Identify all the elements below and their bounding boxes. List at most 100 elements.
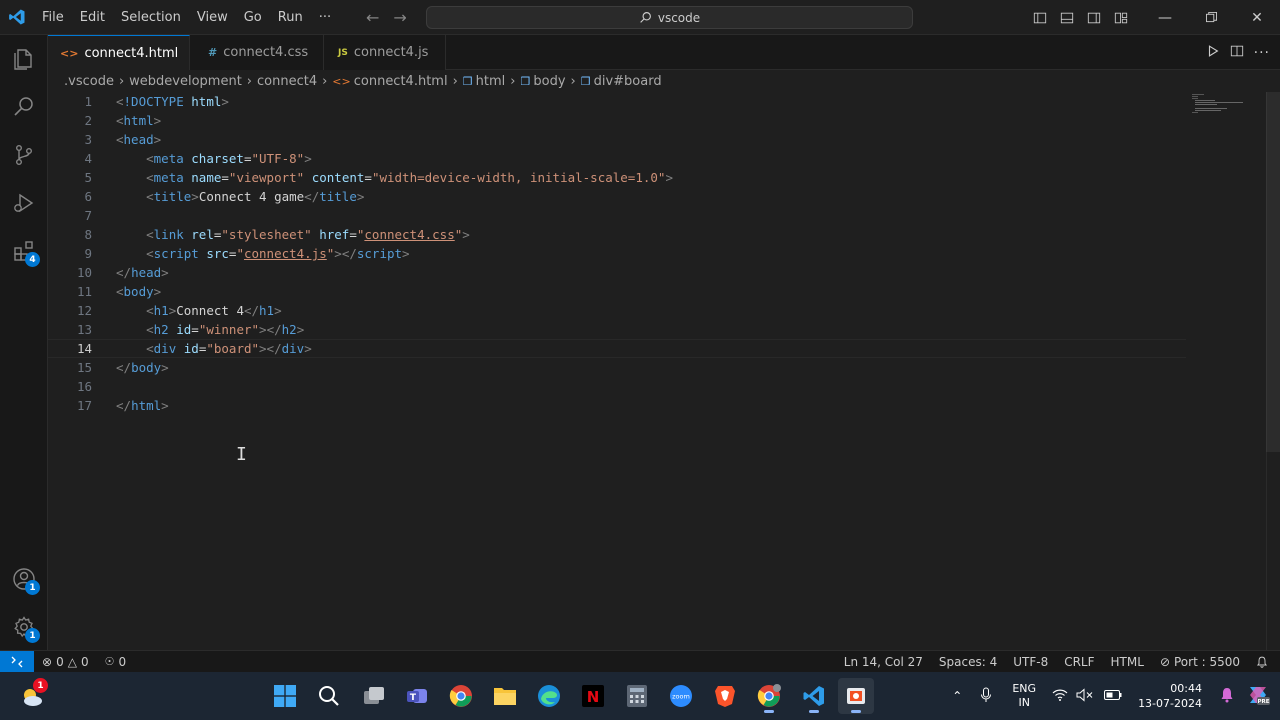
scrollbar-thumb[interactable] [1266,92,1280,452]
search-view-icon[interactable] [0,83,48,131]
minimize-icon[interactable]: — [1142,0,1188,35]
indentation[interactable]: Spaces: 4 [931,655,1005,669]
code-text: <h2 id="winner"></h2> [146,322,305,337]
zoom-icon[interactable]: zoom [663,678,699,714]
teams-icon[interactable]: T [399,678,435,714]
restore-icon[interactable] [1188,0,1234,35]
chevron-right-icon: › [570,73,576,89]
command-center-search[interactable]: vscode [426,6,913,29]
microphone-icon[interactable] [980,687,992,706]
netflix-icon[interactable]: N [575,678,611,714]
code-text: <h1>Connect 4</h1> [146,303,282,318]
copilot-icon[interactable]: PRE [1246,684,1270,709]
accounts-badge: 1 [25,580,40,595]
js-file-link[interactable]: connect4.js [244,246,327,261]
input-language[interactable]: ENG IN [1012,682,1036,710]
chrome-icon[interactable] [443,678,479,714]
task-view-icon[interactable] [356,678,392,714]
toggle-primary-sidebar-icon[interactable] [1026,0,1053,35]
back-arrow-icon[interactable]: ← [366,8,379,27]
menu-selection[interactable]: Selection [113,0,189,35]
antenna-icon: ☉ [104,655,115,668]
breadcrumb-item[interactable]: div#board [594,74,662,89]
vertical-scrollbar[interactable] [1266,92,1280,650]
clock[interactable]: 00:44 13-07-2024 [1138,681,1202,711]
breadcrumb-item[interactable]: body [533,74,565,89]
breadcrumb-item[interactable]: connect4.html [354,74,448,89]
toggle-secondary-sidebar-icon[interactable] [1080,0,1107,35]
edge-icon[interactable] [531,678,567,714]
code-text: <html> [116,113,162,128]
editor-actions: ··· [1206,35,1280,70]
css-file-link[interactable]: connect4.css [364,227,454,242]
source-control-icon[interactable] [0,131,48,179]
weather-widget-icon[interactable]: 1 [14,678,50,714]
ports-status[interactable]: ☉ 0 [97,655,135,669]
svg-text:T: T [410,693,417,703]
breadcrumb-item[interactable]: html [476,74,506,89]
battery-icon[interactable] [1104,689,1122,704]
element-cube-icon: ❒ [462,74,473,88]
toggle-panel-icon[interactable] [1053,0,1080,35]
code-line: 1 <!DOCTYPE html> [48,92,1186,111]
notifications-bell-icon[interactable] [1248,656,1280,668]
code-line: 4 <meta charset="UTF-8"> [48,149,1186,168]
tab-connect4-js[interactable]: JS connect4.js [324,35,446,70]
file-explorer-icon[interactable] [487,678,523,714]
show-hidden-icons-chevron-up-icon[interactable]: ⌃ [952,689,962,703]
remote-indicator-icon[interactable] [0,650,34,673]
windows-start-icon[interactable] [267,678,303,714]
taskbar-search-icon[interactable] [311,678,347,714]
menu-go[interactable]: Go [236,0,270,35]
speaker-muted-icon[interactable] [1076,687,1094,705]
accounts-icon[interactable]: 1 [0,555,48,603]
menu-edit[interactable]: Edit [72,0,113,35]
extensions-icon[interactable]: 4 [0,227,48,275]
vscode-taskbar-icon[interactable] [796,678,832,714]
minimap[interactable] [1190,92,1268,122]
chevron-right-icon: › [246,73,252,89]
snipping-tool-icon[interactable] [838,678,874,714]
tab-connect4-css[interactable]: # connect4.css [190,35,324,70]
tab-connect4-html[interactable]: <> connect4.html ✕ [48,35,206,70]
breadcrumb-item[interactable]: .vscode [64,74,114,89]
problems-status[interactable]: ⊗ 0 △ 0 [34,655,97,669]
notification-bell-icon[interactable] [1220,687,1234,706]
line-number: 7 [84,208,92,223]
cursor-position[interactable]: Ln 14, Col 27 [836,655,931,669]
menu-run[interactable]: Run [270,0,311,35]
close-window-icon[interactable]: ✕ [1234,0,1280,35]
explorer-icon[interactable] [0,35,48,83]
code-line: 12 <h1>Connect 4</h1> [48,301,1186,320]
manage-gear-icon[interactable]: 1 [0,603,48,651]
breadcrumb-item[interactable]: connect4 [257,74,317,89]
line-number: 10 [76,265,92,280]
line-ending[interactable]: CRLF [1056,655,1102,669]
menu-file[interactable]: File [34,0,72,35]
calculator-icon[interactable] [619,678,655,714]
menu-more[interactable]: ··· [311,0,339,35]
language-mode[interactable]: HTML [1103,655,1152,669]
vscode-logo-icon[interactable] [0,0,34,35]
live-server-port[interactable]: ⊘ Port : 5500 [1152,655,1248,669]
chrome-profile-icon[interactable] [751,678,787,714]
navigation-arrows: ← → [366,0,407,35]
more-actions-icon[interactable]: ··· [1254,45,1270,61]
line-number: 5 [84,170,92,185]
code-editor[interactable]: 1 <!DOCTYPE html> 2 <html> 3 <head> 4 <m… [48,92,1280,650]
menu-view[interactable]: View [189,0,236,35]
code-line: 16 [48,377,1186,396]
forward-arrow-icon[interactable]: → [393,8,406,27]
line-number: 11 [76,284,92,299]
customize-layout-icon[interactable] [1107,0,1134,35]
split-editor-icon[interactable] [1230,44,1244,62]
brave-icon[interactable] [707,678,743,714]
run-file-icon[interactable] [1206,44,1220,62]
breadcrumb-item[interactable]: webdevelopment [129,74,242,89]
encoding[interactable]: UTF-8 [1005,655,1056,669]
settings-badge: 1 [25,628,40,643]
wifi-icon[interactable] [1052,688,1068,705]
code-line: 7 [48,206,1186,225]
run-debug-icon[interactable] [0,179,48,227]
code-text: <link rel="stylesheet" href="connect4.cs… [146,227,470,242]
